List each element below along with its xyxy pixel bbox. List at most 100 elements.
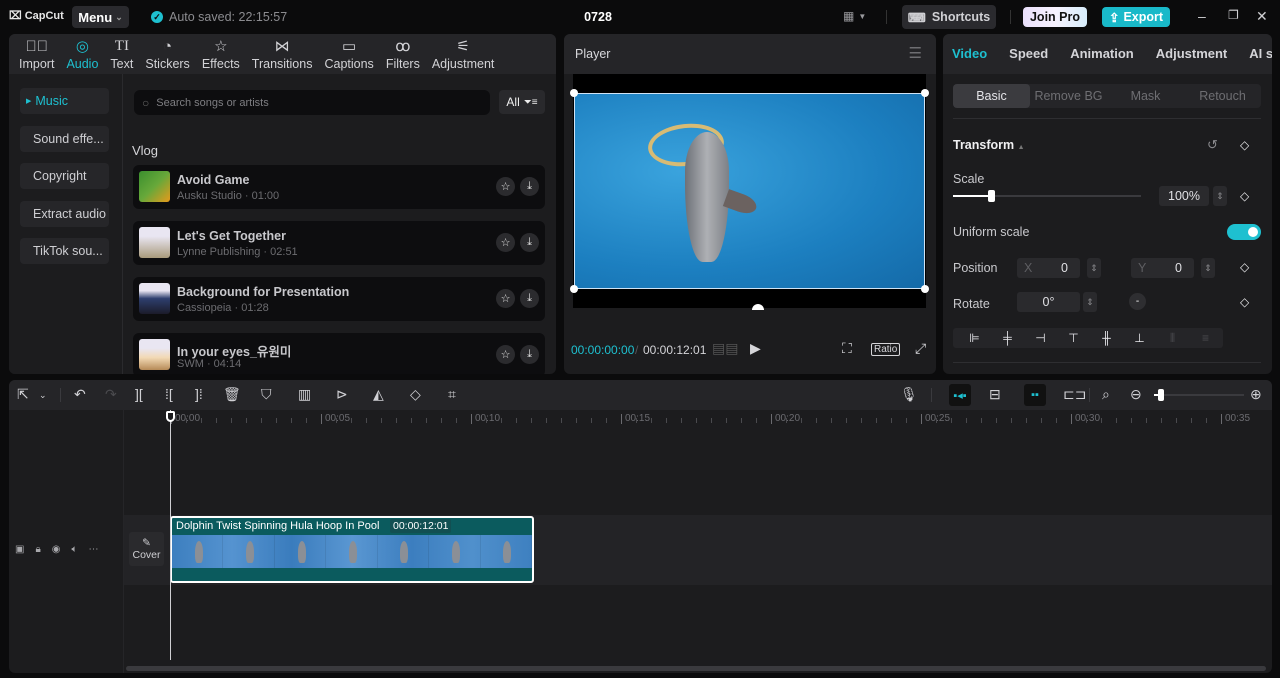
align-middle-v-icon[interactable]: ╫ bbox=[1090, 331, 1123, 345]
tab-text[interactable]: TI Text bbox=[104, 34, 139, 74]
project-title[interactable]: 0728 bbox=[575, 10, 621, 24]
delete-icon[interactable]: 🗑︎ bbox=[223, 386, 241, 403]
video-clip[interactable]: Dolphin Twist Spinning Hula Hoop In Pool… bbox=[170, 516, 534, 583]
crop-icon[interactable]: ⌗ bbox=[448, 386, 456, 403]
position-y-stepper[interactable]: ⇕ bbox=[1201, 258, 1215, 278]
fullscreen-icon[interactable]: ⤢ bbox=[915, 340, 926, 357]
zoom-fit-icon[interactable]: ⛶ bbox=[842, 340, 852, 357]
lock-icon[interactable]: 🔒︎ bbox=[35, 544, 40, 555]
volume-icon[interactable]: 🔈︎ bbox=[72, 544, 78, 555]
resize-handle[interactable] bbox=[921, 285, 929, 293]
preview-axis-icon[interactable]: ⊏⊐ bbox=[1063, 386, 1086, 403]
tab-captions[interactable]: ▭ Captions bbox=[318, 34, 379, 74]
scale-slider[interactable] bbox=[953, 190, 1141, 202]
horizontal-scrollbar[interactable] bbox=[126, 666, 1266, 671]
tab-filters[interactable]: ꝏ Filters bbox=[380, 34, 426, 74]
position-y-input[interactable]: Y0 bbox=[1131, 258, 1194, 278]
tab-speed[interactable]: Speed bbox=[1009, 34, 1070, 74]
favorite-star-icon[interactable]: ☆ bbox=[496, 177, 515, 196]
tab-audio[interactable]: ◎ Audio bbox=[60, 34, 104, 74]
favorite-star-icon[interactable]: ☆ bbox=[496, 289, 515, 308]
cover-button[interactable]: ✎ Cover bbox=[129, 532, 164, 566]
split-left-icon[interactable]: ⁞[ bbox=[165, 386, 173, 402]
subtab-retouch[interactable]: Retouch bbox=[1184, 84, 1261, 108]
rotate-input[interactable]: 0° bbox=[1017, 292, 1080, 312]
video-frame[interactable] bbox=[574, 93, 925, 289]
freeze-icon[interactable]: ▥ bbox=[298, 386, 311, 403]
zoom-slider-thumb[interactable] bbox=[1158, 389, 1165, 401]
tab-import[interactable]: ▶⃞ Import bbox=[13, 34, 60, 74]
tab-transitions[interactable]: ⋈ Transitions bbox=[246, 34, 319, 74]
uniform-scale-toggle[interactable] bbox=[1227, 224, 1261, 240]
position-x-input[interactable]: X0 bbox=[1017, 258, 1080, 278]
tab-adjustment[interactable]: ⚟ Adjustment bbox=[426, 34, 501, 74]
rotate-handle[interactable] bbox=[752, 304, 764, 310]
transform-section-title[interactable]: Transform ▲ bbox=[953, 138, 1025, 152]
align-right-icon[interactable]: ⊣ bbox=[1024, 331, 1057, 345]
align-top-icon[interactable]: ⊤ bbox=[1057, 331, 1090, 345]
song-item[interactable]: Avoid Game Ausku Studio · 01:00 ☆ ⤓ bbox=[133, 165, 545, 209]
rotate-dial[interactable]: - bbox=[1129, 293, 1146, 310]
track-toggle-icon[interactable]: ▣ bbox=[15, 544, 24, 555]
tab-animation[interactable]: Animation bbox=[1070, 34, 1156, 74]
sidebar-item-extract-audio[interactable]: Extract audio bbox=[20, 201, 109, 227]
undo-icon[interactable]: ↶ bbox=[74, 386, 86, 403]
download-icon[interactable]: ⤓ bbox=[520, 289, 539, 308]
export-button[interactable]: ⇪ Export bbox=[1102, 7, 1170, 27]
playhead-handle[interactable] bbox=[166, 411, 175, 422]
menu-button[interactable]: Menu ⌄ bbox=[72, 6, 129, 28]
time-ruler[interactable]: 00:00 00:05 00:10 00:15 00:20 00:25 00:30 00:35 bbox=[124, 410, 1272, 430]
song-item[interactable]: Background for Presentation Cassiopeia ·… bbox=[133, 277, 545, 321]
keyframe-diamond-icon[interactable]: ◇ bbox=[1240, 138, 1249, 152]
split-right-icon[interactable]: ]⁞ bbox=[195, 386, 203, 402]
download-icon[interactable]: ⤓ bbox=[520, 177, 539, 196]
tab-ai-stylize[interactable]: AI st bbox=[1249, 34, 1272, 74]
layout-button[interactable]: ▦ ▼ bbox=[843, 9, 866, 23]
favorite-star-icon[interactable]: ☆ bbox=[496, 345, 515, 364]
tab-stickers[interactable]: ◔ Stickers bbox=[139, 34, 195, 74]
sidebar-item-music[interactable]: ▶ Music bbox=[20, 88, 109, 114]
join-pro-button[interactable]: Join Pro bbox=[1023, 7, 1087, 27]
keyframe-diamond-icon[interactable]: ◇ bbox=[1240, 189, 1249, 203]
sidebar-item-sound-effects[interactable]: Sound effe... bbox=[20, 126, 109, 152]
align-bottom-icon[interactable]: ⊥ bbox=[1123, 331, 1156, 345]
sidebar-item-tiktok-sounds[interactable]: TikTok sou... bbox=[20, 238, 109, 264]
tab-effects[interactable]: ☆ Effects bbox=[196, 34, 246, 74]
zoom-in-icon[interactable]: ⊕ bbox=[1250, 386, 1262, 403]
rotate-icon[interactable]: ◇ bbox=[410, 386, 421, 403]
zoom-to-fit-icon[interactable]: ⌕ bbox=[1102, 386, 1110, 403]
reset-icon[interactable]: ↺ bbox=[1207, 137, 1218, 153]
select-cursor-icon[interactable]: ⇱ bbox=[17, 386, 29, 403]
download-icon[interactable]: ⤓ bbox=[520, 345, 539, 364]
scale-slider-thumb[interactable] bbox=[987, 190, 995, 202]
position-x-stepper[interactable]: ⇕ bbox=[1087, 258, 1101, 278]
mirror-icon[interactable]: ◭ bbox=[373, 386, 384, 403]
chevron-down-icon[interactable]: ⌄ bbox=[39, 390, 47, 401]
resize-handle[interactable] bbox=[570, 285, 578, 293]
shortcuts-button[interactable]: ⌨ Shortcuts bbox=[902, 5, 996, 29]
rotate-stepper[interactable]: ⇕ bbox=[1083, 292, 1097, 312]
align-left-icon[interactable]: ⊫ bbox=[958, 331, 991, 345]
playhead[interactable] bbox=[170, 410, 171, 660]
scale-input[interactable]: 100% bbox=[1159, 186, 1209, 206]
reverse-icon[interactable]: ⊳ bbox=[336, 386, 348, 403]
microphone-icon[interactable]: 🎙︎ bbox=[900, 386, 918, 403]
minimize-icon[interactable]: – bbox=[1198, 8, 1206, 24]
tab-video[interactable]: Video bbox=[952, 34, 1009, 74]
play-icon[interactable]: ▶ bbox=[750, 340, 761, 357]
split-icon[interactable]: ][ bbox=[135, 386, 143, 402]
subtab-basic[interactable]: Basic bbox=[953, 84, 1030, 108]
tab-adjustment[interactable]: Adjustment bbox=[1156, 34, 1250, 74]
keyframe-diamond-icon[interactable]: ◇ bbox=[1240, 295, 1249, 309]
hamburger-menu-icon[interactable]: ☰ bbox=[909, 44, 922, 62]
song-item[interactable]: Let's Get Together Lynne Publishing · 02… bbox=[133, 221, 545, 265]
ratio-button[interactable]: Ratio bbox=[871, 343, 901, 356]
resize-handle[interactable] bbox=[921, 89, 929, 97]
linkage-icon[interactable]: ▪▪ bbox=[1024, 384, 1046, 406]
zoom-out-icon[interactable]: ⊖ bbox=[1130, 386, 1142, 403]
download-icon[interactable]: ⤓ bbox=[520, 233, 539, 252]
scale-stepper[interactable]: ⇕ bbox=[1213, 186, 1227, 206]
song-item[interactable]: In your eyes_유원미 SWM · 04:14 ☆ ⤓ bbox=[133, 333, 545, 374]
subtab-mask[interactable]: Mask bbox=[1107, 84, 1184, 108]
marker-icon[interactable]: ⛉ bbox=[261, 386, 272, 403]
